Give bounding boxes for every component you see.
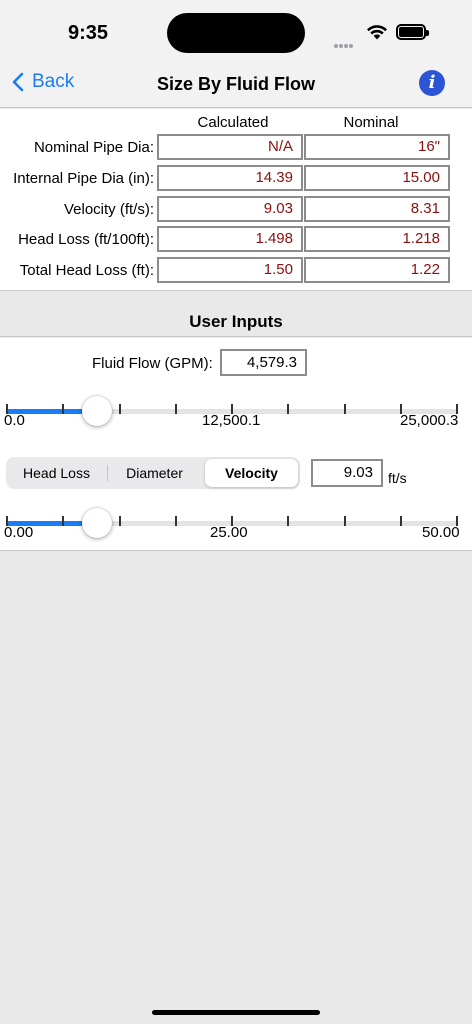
fluid-flow-label: Fluid Flow (GPM): — [92, 355, 213, 372]
calculated-value: 1.498 — [157, 226, 303, 252]
page-title: Size By Fluid Flow — [156, 74, 315, 94]
slider-thumb[interactable] — [81, 396, 112, 426]
slider-tick — [287, 516, 290, 526]
slider-tick — [174, 404, 177, 414]
fluid-flow-max-label: 25,000.3 — [400, 412, 459, 429]
fluid-flow-input[interactable]: 4,579.3 — [220, 349, 307, 376]
status-time: 9:35 — [68, 22, 109, 44]
segment-velocity[interactable]: Velocity — [205, 459, 298, 487]
slider-thumb[interactable] — [81, 508, 112, 538]
slider-tick — [118, 516, 121, 526]
wifi-icon — [367, 25, 387, 40]
slider-tick — [343, 404, 346, 414]
row-label: Velocity (ft/s): — [63, 201, 154, 218]
home-indicator — [152, 1010, 320, 1015]
calculated-value: 14.39 — [157, 165, 303, 191]
fluid-flow-min-label: 0.0 — [4, 412, 25, 429]
segment-diameter[interactable]: Diameter — [106, 459, 203, 487]
nominal-value: 1.218 — [304, 226, 450, 252]
slider-tick — [174, 516, 177, 526]
slider-tick — [118, 404, 121, 414]
slider-tick — [62, 516, 65, 526]
calculated-value: 1.50 — [157, 257, 303, 283]
velocity-unit-label: ft/s — [388, 470, 407, 486]
slider-tick — [343, 516, 346, 526]
user-inputs-panel: Fluid Flow (GPM): 4,579.3 0.0 12,500.1 2… — [0, 338, 472, 551]
info-icon[interactable]: i — [419, 70, 445, 96]
velocity-min-label: 0.00 — [4, 524, 34, 541]
column-header-nominal: Nominal — [343, 114, 399, 131]
nominal-value: 1.22 — [304, 257, 450, 283]
velocity-input[interactable]: 9.03 — [311, 459, 383, 487]
results-table: Calculated Nominal Nominal Pipe Dia: N/A… — [0, 109, 472, 291]
row-label: Internal Pipe Dia (in): — [13, 170, 154, 187]
row-label: Nominal Pipe Dia: — [33, 139, 154, 156]
row-label: Head Loss (ft/100ft): — [18, 231, 154, 248]
dynamic-island — [167, 13, 305, 53]
row-label: Total Head Loss (ft): — [19, 262, 154, 279]
fluid-flow-mid-label: 12,500.1 — [202, 412, 261, 429]
navigation-bar: Back Size By Fluid Flow i — [0, 60, 472, 108]
section-header-user-inputs: User Inputs — [0, 292, 472, 337]
calculated-value: N/A — [157, 134, 303, 160]
calculated-value: 9.03 — [157, 196, 303, 222]
section-title: User Inputs — [189, 312, 283, 331]
velocity-mid-label: 25.00 — [210, 524, 248, 541]
slider-tick — [399, 516, 402, 526]
slider-tick — [287, 404, 290, 414]
battery-icon — [396, 24, 429, 40]
nominal-value: 8.31 — [304, 196, 450, 222]
segment-head-loss[interactable]: Head Loss — [8, 459, 105, 487]
nominal-value: 15.00 — [304, 165, 450, 191]
cellular-signal-icon — [334, 35, 354, 53]
slider-tick — [62, 404, 65, 414]
result-row-velocity: Velocity (ft/s): 9.03 8.31 — [0, 196, 472, 224]
column-header-calculated: Calculated — [197, 114, 269, 131]
result-row-total-head-loss: Total Head Loss (ft): 1.50 1.22 — [0, 257, 472, 285]
nominal-value: 16" — [304, 134, 450, 160]
mode-segmented-control: Head Loss Diameter Velocity — [6, 457, 300, 489]
result-row-internal-pipe-dia: Internal Pipe Dia (in): 14.39 15.00 — [0, 165, 472, 193]
result-row-head-loss: Head Loss (ft/100ft): 1.498 1.218 — [0, 226, 472, 254]
result-row-nominal-pipe-dia: Nominal Pipe Dia: N/A 16" — [0, 134, 472, 162]
velocity-max-label: 50.00 — [422, 524, 460, 541]
status-bar: 9:35 — [0, 0, 472, 60]
